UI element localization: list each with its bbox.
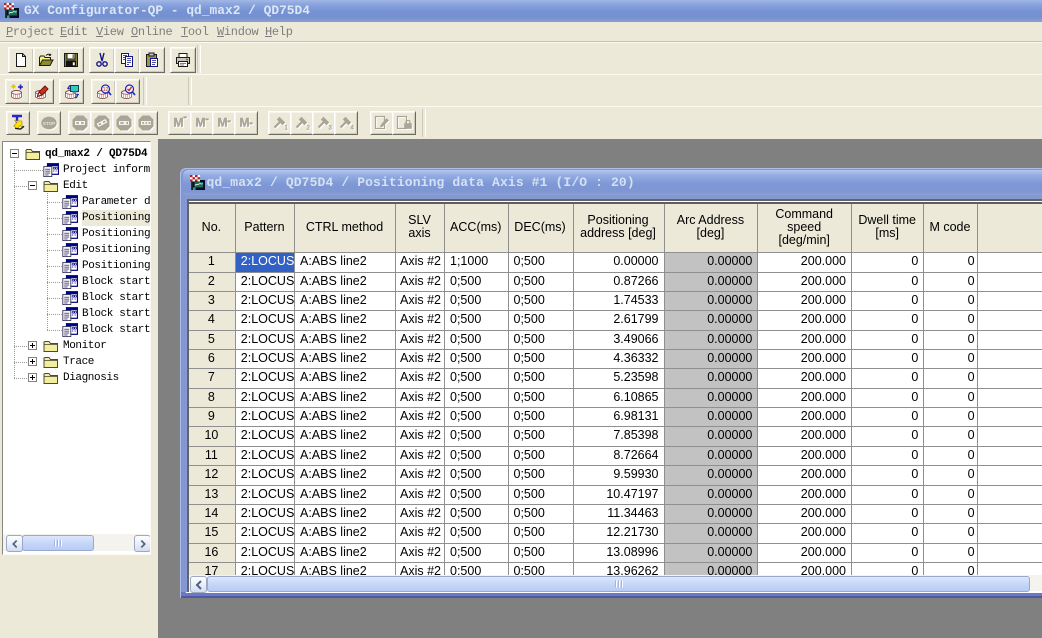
svg-text:12: 12 bbox=[102, 87, 108, 93]
svg-text:M: M bbox=[218, 116, 228, 130]
svg-text:M: M bbox=[174, 116, 184, 130]
svg-text:STOP: STOP bbox=[43, 121, 55, 126]
svg-text:M: M bbox=[196, 116, 206, 130]
svg-text:M: M bbox=[240, 116, 250, 130]
